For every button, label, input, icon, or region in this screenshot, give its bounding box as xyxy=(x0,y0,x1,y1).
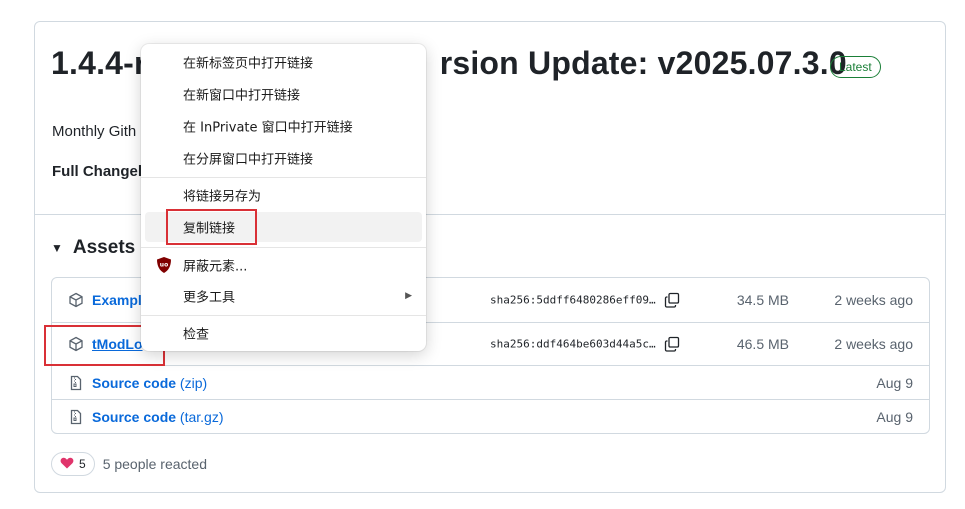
reaction-count: 5 xyxy=(79,457,86,471)
copy-icon[interactable] xyxy=(664,292,680,308)
asset-date: Aug 9 xyxy=(876,408,913,425)
chevron-right-icon: ▶ xyxy=(405,291,412,301)
highlight-copy-link xyxy=(166,209,257,245)
heart-icon xyxy=(60,457,74,472)
asset-size: 34.5 MB xyxy=(736,292,789,308)
asset-sha: sha256:5ddff6480286eff09… xyxy=(490,293,656,307)
asset-row: Source code (tar.gz) Aug 9 xyxy=(52,399,929,433)
triangle-down-icon: ▼ xyxy=(51,241,63,255)
copy-icon[interactable] xyxy=(664,336,680,352)
source-zip-link[interactable]: Source code (zip) xyxy=(92,375,207,391)
svg-text:uo: uo xyxy=(160,262,168,269)
reactions-summary: 5 people reacted xyxy=(102,456,207,472)
package-icon xyxy=(68,292,84,308)
menu-separator xyxy=(141,315,426,316)
asset-date: 2 weeks ago xyxy=(834,292,913,308)
menu-save-link-as[interactable]: 将链接另存为 xyxy=(145,180,422,210)
asset-date: 2 weeks ago xyxy=(834,336,913,352)
full-changelog-label[interactable]: Full Changel xyxy=(52,163,142,180)
file-zip-icon xyxy=(68,375,84,391)
assets-title: Assets xyxy=(72,237,136,258)
reactions: 5 5 people reacted xyxy=(51,452,207,476)
menu-separator xyxy=(141,247,426,248)
context-menu: 在新标签页中打开链接 在新窗口中打开链接 在 InPrivate 窗口中打开链接… xyxy=(141,44,426,351)
asset-row: Source code (zip) Aug 9 xyxy=(52,365,929,399)
latest-badge: Latest xyxy=(830,56,881,78)
ublock-icon: uo xyxy=(156,257,172,274)
menu-more-tools[interactable]: 更多工具 ▶ xyxy=(145,281,422,311)
menu-inspect[interactable]: 检查 xyxy=(145,318,422,348)
menu-separator xyxy=(141,177,426,178)
menu-open-split-screen[interactable]: 在分屏窗口中打开链接 xyxy=(145,143,422,173)
menu-open-new-window[interactable]: 在新窗口中打开链接 xyxy=(145,79,422,109)
menu-open-inprivate[interactable]: 在 InPrivate 窗口中打开链接 xyxy=(145,111,422,141)
menu-block-element[interactable]: uo 屏蔽元素... xyxy=(145,250,422,280)
assets-toggle[interactable]: ▼ Assets xyxy=(51,237,135,259)
release-description: Monthly Gith xyxy=(52,123,137,140)
heart-reaction-button[interactable]: 5 xyxy=(51,452,95,476)
menu-open-new-tab[interactable]: 在新标签页中打开链接 xyxy=(145,47,422,77)
asset-date: Aug 9 xyxy=(876,374,913,391)
file-zip-icon xyxy=(68,409,84,425)
source-targz-link[interactable]: Source code (tar.gz) xyxy=(92,409,224,425)
asset-sha: sha256:ddf464be603d44a5c… xyxy=(490,337,656,351)
asset-size: 46.5 MB xyxy=(736,336,789,352)
